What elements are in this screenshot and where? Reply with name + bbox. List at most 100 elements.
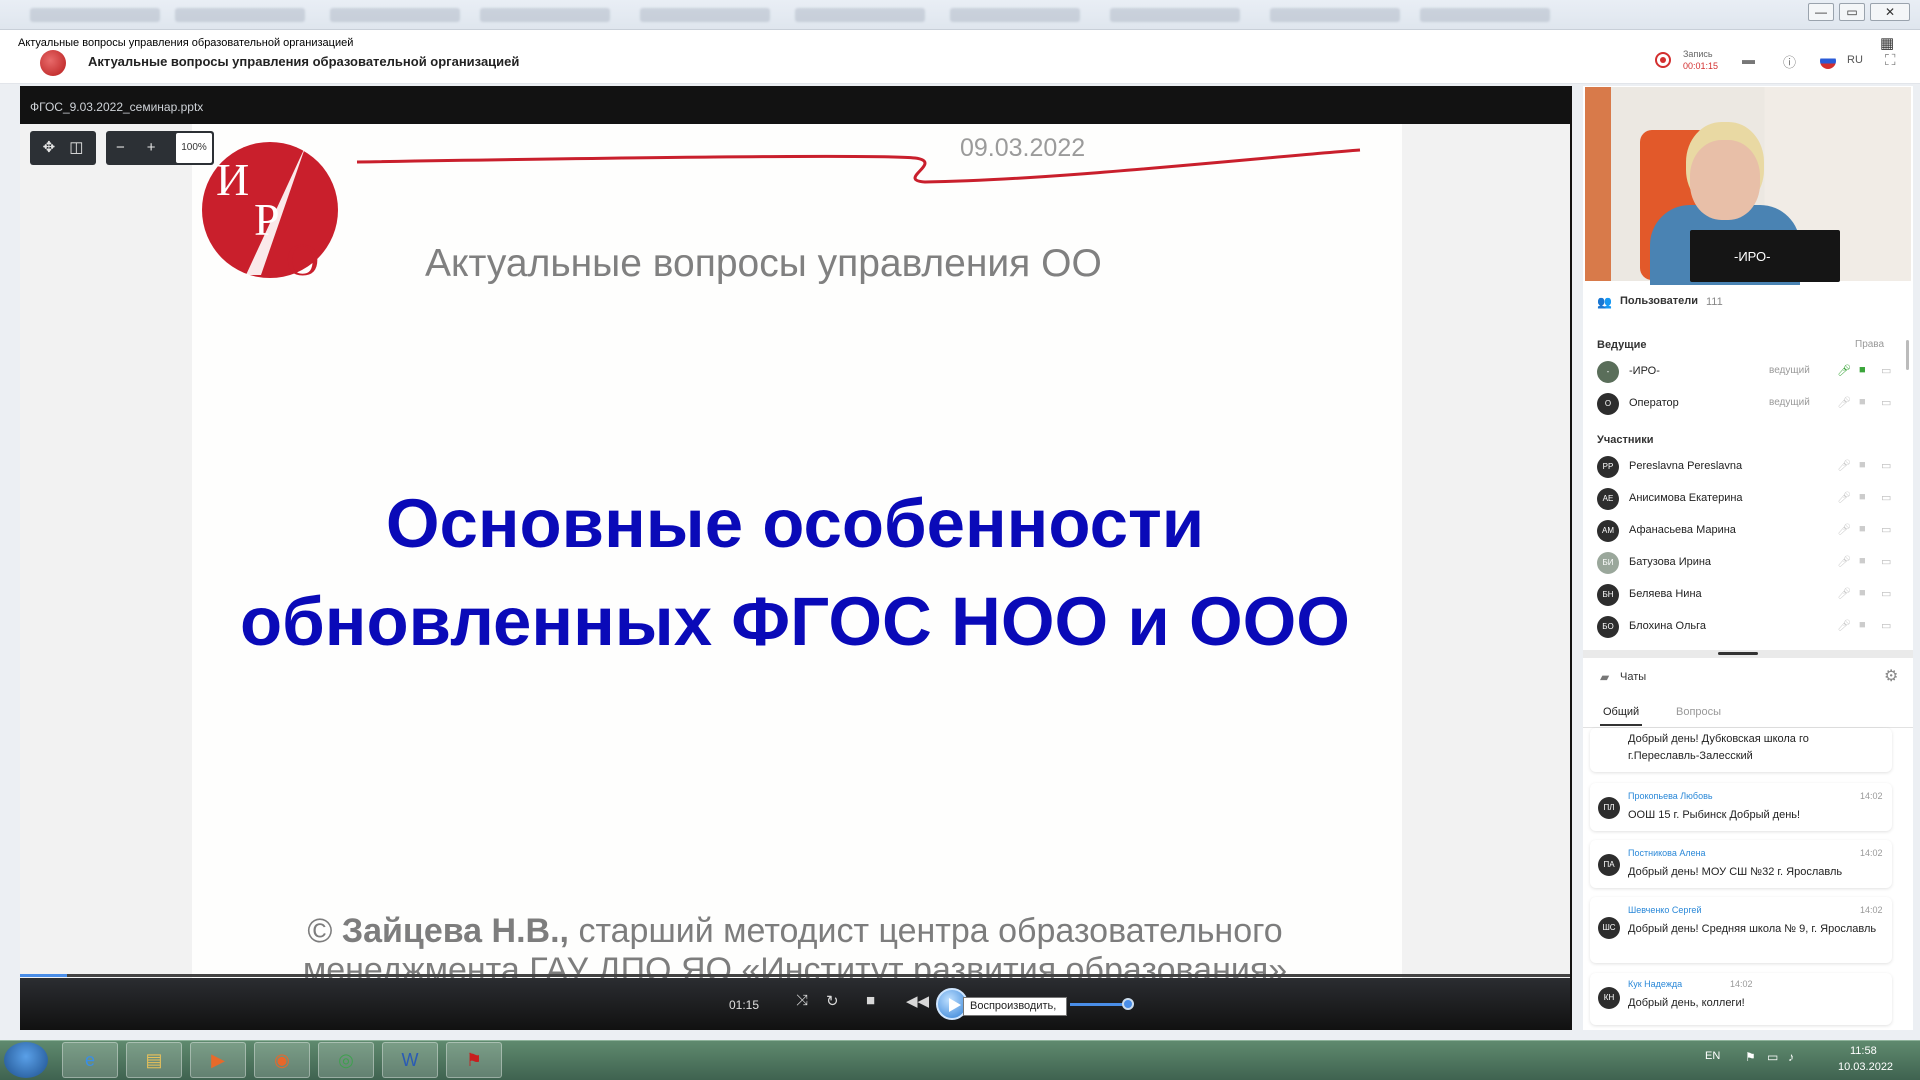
volume-knob[interactable]: [1122, 998, 1134, 1010]
participant-row[interactable]: БИ Батузова Ирина 🎤︎ ■ ▭: [1597, 550, 1897, 576]
screen-share-icon[interactable]: ▭: [1881, 491, 1891, 504]
users-count: 111: [1706, 296, 1723, 308]
browser-tab[interactable]: [30, 8, 160, 22]
screen-share-icon[interactable]: ▭: [1881, 523, 1891, 536]
user-name: -ИРО-: [1629, 365, 1660, 377]
author-name: Зайцева Н.В.,: [341, 912, 569, 950]
layout-grid-icon[interactable]: ▦: [1880, 34, 1894, 52]
tab-questions[interactable]: Вопросы: [1676, 706, 1721, 718]
camera-icon[interactable]: ■: [1859, 619, 1866, 631]
avatar: О: [1597, 393, 1619, 415]
tray-network-icon[interactable]: ▭: [1767, 1050, 1778, 1064]
taskbar-app-word-icon[interactable]: W: [382, 1042, 438, 1078]
camera-icon[interactable]: ■: [1859, 555, 1866, 567]
info-icon[interactable]: ⓘ: [1783, 52, 1796, 71]
users-header[interactable]: Пользователи: [1620, 295, 1698, 307]
microphone-icon[interactable]: 🎤︎: [1837, 364, 1851, 377]
svg-text:О: О: [286, 234, 319, 280]
splitter-handle[interactable]: [1718, 652, 1758, 655]
move-fit-group: ✥ ◫: [30, 131, 96, 165]
microphone-icon[interactable]: 🎤︎: [1837, 459, 1851, 472]
video-person-head: [1690, 140, 1760, 220]
video-speaker-label: -ИРО-: [1734, 249, 1771, 264]
fullscreen-icon[interactable]: ⛶: [1885, 52, 1896, 69]
tray-volume-icon[interactable]: ♪: [1788, 1050, 1794, 1064]
screen-share-icon[interactable]: ▭: [1881, 396, 1891, 409]
volume-slider[interactable]: [1070, 1003, 1130, 1006]
microphone-icon[interactable]: 🎤︎: [1837, 555, 1851, 568]
folder-icon[interactable]: ▬: [1742, 52, 1755, 67]
avatar: -: [1597, 361, 1619, 383]
browser-tab[interactable]: [1270, 8, 1400, 22]
play-tooltip: Воспроизводить,: [963, 997, 1067, 1016]
chat-settings-icon[interactable]: ⚙: [1884, 666, 1898, 686]
record-icon[interactable]: [1655, 52, 1671, 68]
participants-label: Участники: [1597, 434, 1654, 446]
users-scrollbar[interactable]: [1906, 340, 1909, 370]
participant-row[interactable]: АЕ Анисимова Екатерина 🎤︎ ■ ▭: [1597, 486, 1897, 512]
move-icon[interactable]: ✥: [43, 139, 56, 156]
browser-tab[interactable]: [480, 8, 610, 22]
browser-tab[interactable]: [1420, 8, 1550, 22]
tray-language[interactable]: EN: [1705, 1050, 1720, 1062]
screen-share-icon[interactable]: ▭: [1881, 364, 1891, 377]
browser-tab[interactable]: [175, 8, 305, 22]
participant-row[interactable]: АМ Афанасьева Марина 🎤︎ ■ ▭: [1597, 518, 1897, 544]
camera-icon[interactable]: ■: [1859, 523, 1866, 535]
zoom-value[interactable]: 100%: [176, 133, 212, 163]
browser-tab[interactable]: [640, 8, 770, 22]
browser-tab[interactable]: [1110, 8, 1240, 22]
minimize-button[interactable]: —: [1808, 3, 1834, 21]
taskbar-app-firefox-icon[interactable]: ◉: [254, 1042, 310, 1078]
avatar: PP: [1597, 456, 1619, 478]
browser-tab[interactable]: [795, 8, 925, 22]
rewind-icon[interactable]: ◀◀: [906, 992, 929, 1010]
chat-message: ШС Шевченко Сергей 14:02 Добрый день! Ср…: [1590, 897, 1892, 963]
microphone-icon[interactable]: 🎤︎: [1837, 619, 1851, 632]
host-row[interactable]: - -ИРО-ведущий 🎤︎ ■ ▭: [1597, 359, 1897, 385]
tab-general-chat[interactable]: Общий: [1600, 706, 1643, 726]
maximize-button[interactable]: ▭: [1839, 3, 1865, 21]
chat-message: ПЛ Прокопьева Любовь 14:02 ООШ 15 г. Рыб…: [1590, 783, 1892, 831]
camera-icon[interactable]: ■: [1859, 459, 1866, 471]
taskbar-app-ie-icon[interactable]: e: [62, 1042, 118, 1078]
participant-row[interactable]: БО Блохина Ольга 🎤︎ ■ ▭: [1597, 614, 1897, 640]
taskbar-app-chrome-icon[interactable]: ◎: [318, 1042, 374, 1078]
shuffle-icon[interactable]: ⤨: [796, 992, 808, 1009]
tray-flag-icon[interactable]: ⚑: [1745, 1050, 1756, 1064]
browser-tab[interactable]: [330, 8, 460, 22]
camera-icon[interactable]: ■: [1859, 587, 1866, 599]
repeat-icon[interactable]: ↻: [826, 992, 839, 1010]
tray-clock-date[interactable]: 10.03.2022: [1838, 1061, 1893, 1073]
participant-row[interactable]: БН Беляева Нина 🎤︎ ■ ▭: [1597, 582, 1897, 608]
slide-date: 09.03.2022: [960, 134, 1086, 162]
start-button[interactable]: [4, 1042, 48, 1078]
screen-share-icon[interactable]: ▭: [1881, 555, 1891, 568]
camera-icon[interactable]: ■: [1859, 364, 1866, 376]
browser-tab[interactable]: [950, 8, 1080, 22]
camera-icon[interactable]: ■: [1859, 396, 1866, 408]
fit-icon[interactable]: ◫: [69, 139, 83, 156]
user-name: Анисимова Екатерина: [1629, 492, 1743, 504]
microphone-icon[interactable]: 🎤︎: [1837, 587, 1851, 600]
microphone-icon[interactable]: 🎤︎: [1837, 396, 1851, 409]
camera-icon[interactable]: ■: [1859, 491, 1866, 503]
screen-share-icon[interactable]: ▭: [1881, 459, 1891, 472]
taskbar-app-pdf-icon[interactable]: ⚑: [446, 1042, 502, 1078]
stop-icon[interactable]: ■: [866, 992, 875, 1009]
language-flag-icon[interactable]: [1820, 53, 1836, 69]
microphone-icon[interactable]: 🎤︎: [1837, 491, 1851, 504]
playback-progress-track[interactable]: [20, 974, 1570, 977]
host-row[interactable]: О Оператор ведущий 🎤︎ ■ ▭: [1597, 391, 1897, 417]
language-selector[interactable]: RU: [1847, 54, 1863, 66]
screen-share-icon[interactable]: ▭: [1881, 587, 1891, 600]
zoom-in-button[interactable]: +: [147, 139, 156, 156]
zoom-out-button[interactable]: −: [116, 139, 125, 156]
taskbar-app-folder-icon[interactable]: ▤: [126, 1042, 182, 1078]
screen-share-icon[interactable]: ▭: [1881, 619, 1891, 632]
microphone-icon[interactable]: 🎤︎: [1837, 523, 1851, 536]
participant-row[interactable]: PP Pereslavna Pereslavna 🎤︎ ■ ▭: [1597, 454, 1897, 480]
taskbar-app-media-icon[interactable]: ▶: [190, 1042, 246, 1078]
tray-clock-time[interactable]: 11:58: [1850, 1045, 1877, 1057]
close-button[interactable]: ✕: [1870, 3, 1910, 21]
